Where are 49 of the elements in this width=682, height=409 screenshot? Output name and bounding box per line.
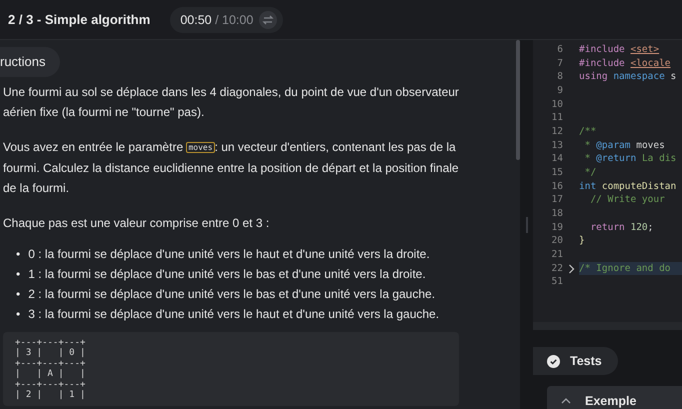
line-number: 17 bbox=[550, 193, 563, 207]
example-section-header[interactable]: Exemple bbox=[547, 386, 682, 409]
scrollbar[interactable] bbox=[516, 40, 520, 160]
swap-icon[interactable] bbox=[259, 10, 278, 28]
line-number: 20 bbox=[550, 234, 563, 248]
line-number: 22 bbox=[550, 262, 563, 276]
code-line: // Write your bbox=[589, 193, 666, 207]
line-number: 12 bbox=[550, 124, 563, 139]
bullet: • bbox=[16, 246, 20, 263]
bullet: • bbox=[16, 286, 20, 303]
code-line: int computeDistan bbox=[579, 180, 678, 194]
bullet: • bbox=[16, 266, 20, 283]
line-number: 9 bbox=[556, 84, 563, 98]
list-item: 1 : la fourmi se déplace d'une unité vers le bas et d'une unité vers la droite. bbox=[28, 266, 426, 283]
line-number: 19 bbox=[550, 220, 563, 234]
code-block: +---+---+---+ | 3 | | 0 | +---+---+---+ | | A | | +---+---+---+ | 2 | | 1 | bbox=[3, 332, 459, 406]
line-number: 10 bbox=[550, 98, 563, 112]
line-number: 15 bbox=[550, 166, 563, 180]
code-line: * @return La dis bbox=[584, 152, 678, 166]
paragraph: Une fourmi au sol se déplace dans les 4 diagonales, du point de vue d'un observateur aérien fixe (la fourmi ne "tourne" pas). bbox=[3, 84, 460, 121]
line-number: 7 bbox=[556, 56, 563, 70]
code-line: */ bbox=[584, 166, 598, 180]
line-number: 18 bbox=[550, 206, 563, 221]
line-number: 8 bbox=[556, 70, 563, 84]
line-number: 13 bbox=[550, 138, 563, 152]
code-line: return 120; bbox=[589, 220, 654, 234]
tests-tab[interactable]: Tests bbox=[533, 347, 618, 375]
paragraph: Vous avez en entrée le paramètre moves : un vecteur d'entiers, contenant les pas de la fourmi. Calculez la distance euclidienne entre la position de départ et la position finale de la fourmi. bbox=[3, 139, 460, 197]
list-item: 3 : la fourmi se déplace d'une unité vers le haut et d'une unité vers la gauche. bbox=[28, 306, 440, 323]
check-circle-icon bbox=[547, 354, 560, 368]
paragraph: Chaque pas est une valeur comprise entre 0 et 3 : bbox=[3, 215, 270, 232]
code-line: using namespace s bbox=[579, 70, 678, 84]
line-number: 6 bbox=[556, 43, 563, 57]
code-line: } bbox=[579, 234, 586, 248]
line-number: 51 bbox=[550, 275, 563, 289]
code-line: #include <set> bbox=[579, 43, 660, 57]
timer: 00:50 / 10:00 bbox=[170, 6, 284, 32]
code-line: #include <locale bbox=[579, 56, 672, 70]
list-item: 0 : la fourmi se déplace d'une unité vers le haut et d'une unité vers la droite. bbox=[28, 246, 430, 263]
list-item: 2 : la fourmi se déplace d'une unité vers le bas et d'une unité vers la gauche. bbox=[28, 286, 436, 303]
instructions-tab[interactable]: ructions bbox=[0, 47, 60, 77]
line-number: 21 bbox=[550, 248, 563, 262]
code-line: /** bbox=[579, 124, 598, 139]
code-line: * @param moves bbox=[584, 138, 666, 152]
line-number: 16 bbox=[550, 180, 563, 194]
bullet: • bbox=[16, 306, 20, 323]
line-number: 14 bbox=[550, 152, 563, 166]
line-number: 11 bbox=[550, 111, 563, 125]
exercise-title: 2 / 3 - Simple algorithm bbox=[8, 12, 150, 27]
